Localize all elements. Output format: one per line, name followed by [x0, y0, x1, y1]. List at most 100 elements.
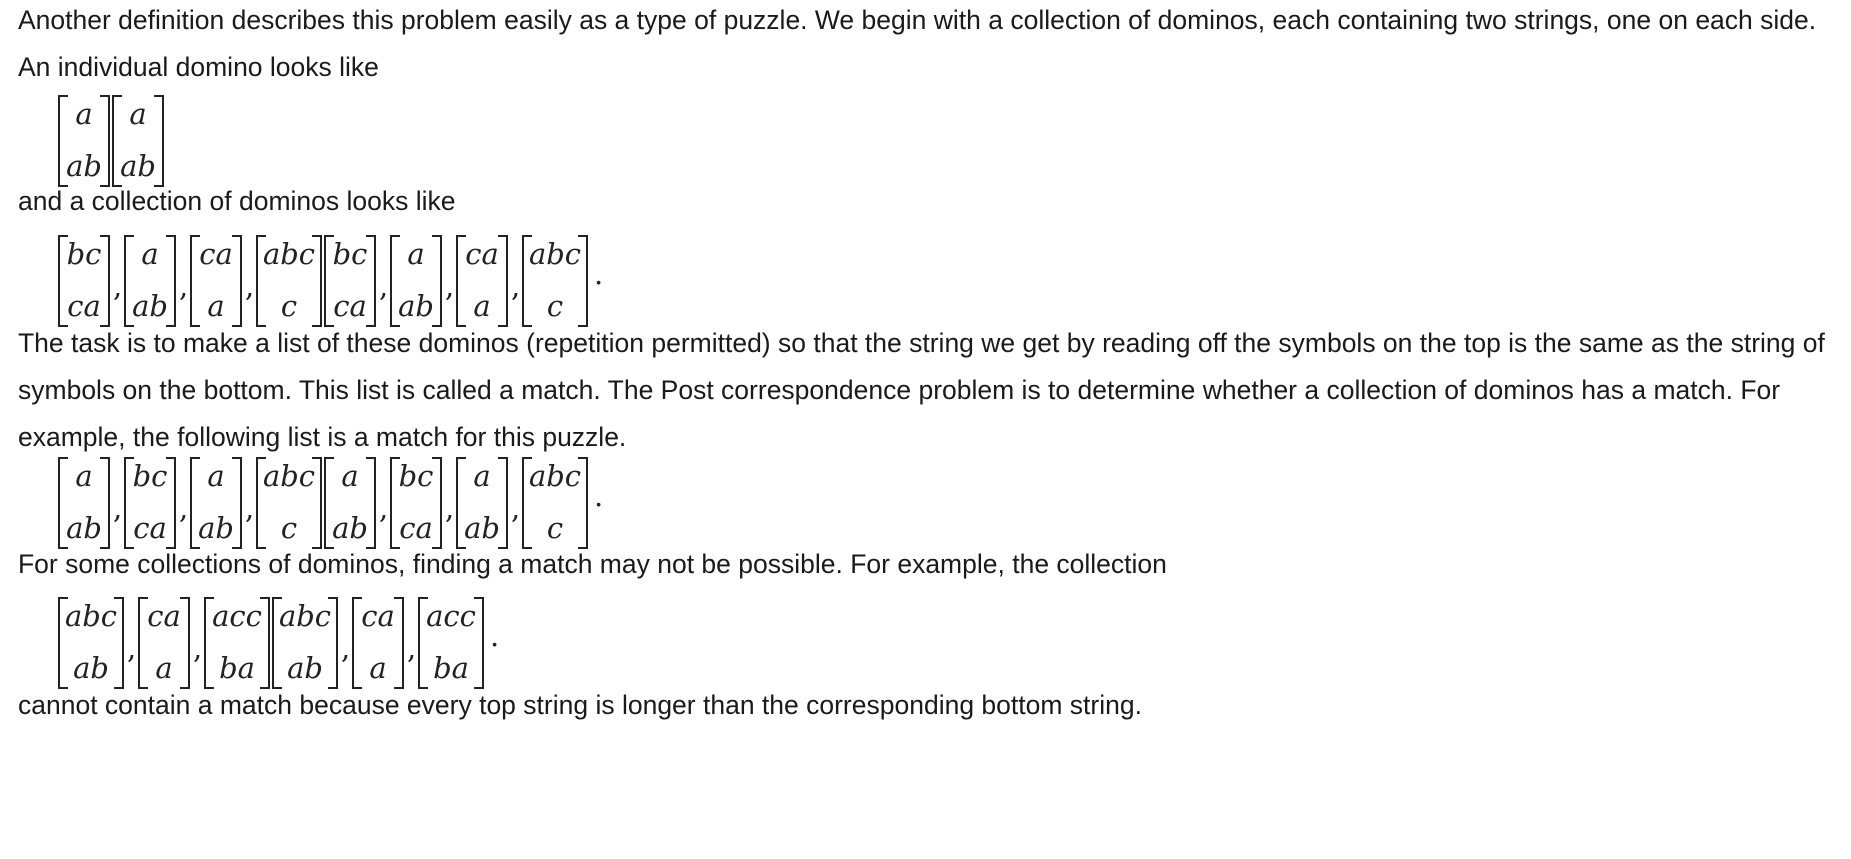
comma-separator: ,: [179, 491, 189, 525]
single-domino-equation: a ab a ab: [58, 95, 164, 187]
domino-top-string: a: [341, 459, 359, 493]
domino-bottom-string: ab: [332, 511, 368, 545]
collection-equation: bc ca, a ab, ca a, abc c bc ca, a ab, ca a, abc c.: [58, 235, 604, 327]
domino-bottom-string: ab: [132, 289, 168, 323]
match-equation: a ab, bc ca, a ab, abc c a ab, bc ca, a ab, abc c.: [58, 457, 604, 549]
domino: a ab: [390, 235, 442, 327]
domino-top-string: ca: [465, 237, 499, 271]
domino-top-string: bc: [66, 237, 102, 271]
domino: acc ba: [418, 597, 484, 689]
domino: bc ca: [124, 457, 176, 549]
domino-top-string: a: [75, 459, 93, 493]
domino-bottom-string: ab: [66, 149, 102, 183]
comma-separator: ,: [511, 491, 521, 525]
domino-top-string: ca: [199, 237, 233, 271]
domino-top-string: abc: [262, 459, 316, 493]
domino: abc c: [256, 235, 322, 327]
domino-top-string: abc: [528, 237, 582, 271]
domino-bottom-string: ba: [433, 651, 469, 685]
domino-bottom-string: a: [473, 289, 491, 323]
domino-bottom-string: ab: [287, 651, 323, 685]
domino-top-string: acc: [426, 599, 476, 633]
comma-separator: ,: [113, 269, 123, 303]
domino: a ab: [112, 95, 164, 187]
domino-bottom-string: ca: [399, 511, 433, 545]
domino-bottom-string: a: [207, 289, 225, 323]
comma-separator: ,: [379, 491, 389, 525]
intro-paragraph: Another definition describes this proble…: [18, 5, 1817, 82]
comma-separator: ,: [245, 269, 255, 303]
domino-bottom-string: ab: [464, 511, 500, 545]
domino-top-string: a: [129, 97, 147, 131]
domino-top-string: a: [141, 237, 159, 271]
domino-top-string: abc: [528, 459, 582, 493]
domino-bottom-string: a: [369, 651, 387, 685]
domino: abc c: [522, 235, 588, 327]
comma-separator: ,: [341, 631, 351, 665]
domino-top-string: bc: [398, 459, 434, 493]
domino-top-string: a: [207, 459, 225, 493]
collection-intro-paragraph: and a collection of dominos looks like: [18, 186, 456, 216]
domino: a ab: [456, 457, 508, 549]
domino: acc ba: [204, 597, 270, 689]
domino-top-string: a: [473, 459, 491, 493]
domino-bottom-string: ca: [333, 289, 367, 323]
domino-top-string: a: [407, 237, 425, 271]
domino: a ab: [190, 457, 242, 549]
domino-top-string: a: [75, 97, 93, 131]
domino: bc ca: [58, 235, 110, 327]
domino-top-string: bc: [332, 237, 368, 271]
domino-bottom-string: ab: [66, 511, 102, 545]
domino: abc c: [522, 457, 588, 549]
domino-top-string: abc: [64, 599, 118, 633]
domino: ca a: [352, 597, 404, 689]
domino: a ab: [58, 95, 110, 187]
no-match-equation: abc ab, ca a, acc ba abc ab, ca a, acc ba.: [58, 597, 499, 689]
task-paragraph: The task is to make a list of these domi…: [18, 328, 1825, 452]
comma-separator: ,: [127, 631, 137, 665]
domino-top-string: acc: [212, 599, 262, 633]
comma-separator: ,: [245, 491, 255, 525]
domino: abc ab: [58, 597, 124, 689]
end-period: .: [594, 479, 604, 513]
domino-top-string: abc: [278, 599, 332, 633]
domino: ca a: [190, 235, 242, 327]
conclusion-paragraph: cannot contain a match because every top…: [18, 690, 1142, 720]
domino-bottom-string: ab: [73, 651, 109, 685]
comma-separator: ,: [179, 269, 189, 303]
end-period: .: [594, 257, 604, 291]
impossible-intro-paragraph: For some collections of dominos, finding…: [18, 549, 1167, 579]
domino-bottom-string: ca: [133, 511, 167, 545]
domino-bottom-string: c: [546, 289, 564, 323]
domino: abc ab: [272, 597, 338, 689]
domino-top-string: bc: [132, 459, 168, 493]
domino-top-string: ca: [147, 599, 181, 633]
domino-bottom-string: ab: [120, 149, 156, 183]
comma-separator: ,: [445, 491, 455, 525]
domino-top-string: ca: [361, 599, 395, 633]
domino: bc ca: [390, 457, 442, 549]
comma-separator: ,: [407, 631, 417, 665]
domino: bc ca: [324, 235, 376, 327]
domino-bottom-string: c: [280, 289, 298, 323]
domino: abc c: [256, 457, 322, 549]
document-page: Another definition describes this proble…: [0, 0, 1851, 859]
domino-bottom-string: ca: [67, 289, 101, 323]
domino-bottom-string: a: [155, 651, 173, 685]
domino: ca a: [138, 597, 190, 689]
domino: a ab: [124, 235, 176, 327]
domino: a ab: [58, 457, 110, 549]
comma-separator: ,: [511, 269, 521, 303]
domino: a ab: [324, 457, 376, 549]
domino-bottom-string: c: [280, 511, 298, 545]
comma-separator: ,: [445, 269, 455, 303]
domino-bottom-string: c: [546, 511, 564, 545]
domino-bottom-string: ab: [198, 511, 234, 545]
domino: ca a: [456, 235, 508, 327]
comma-separator: ,: [193, 631, 203, 665]
comma-separator: ,: [113, 491, 123, 525]
comma-separator: ,: [379, 269, 389, 303]
domino-bottom-string: ab: [398, 289, 434, 323]
domino-bottom-string: ba: [219, 651, 255, 685]
domino-top-string: abc: [262, 237, 316, 271]
